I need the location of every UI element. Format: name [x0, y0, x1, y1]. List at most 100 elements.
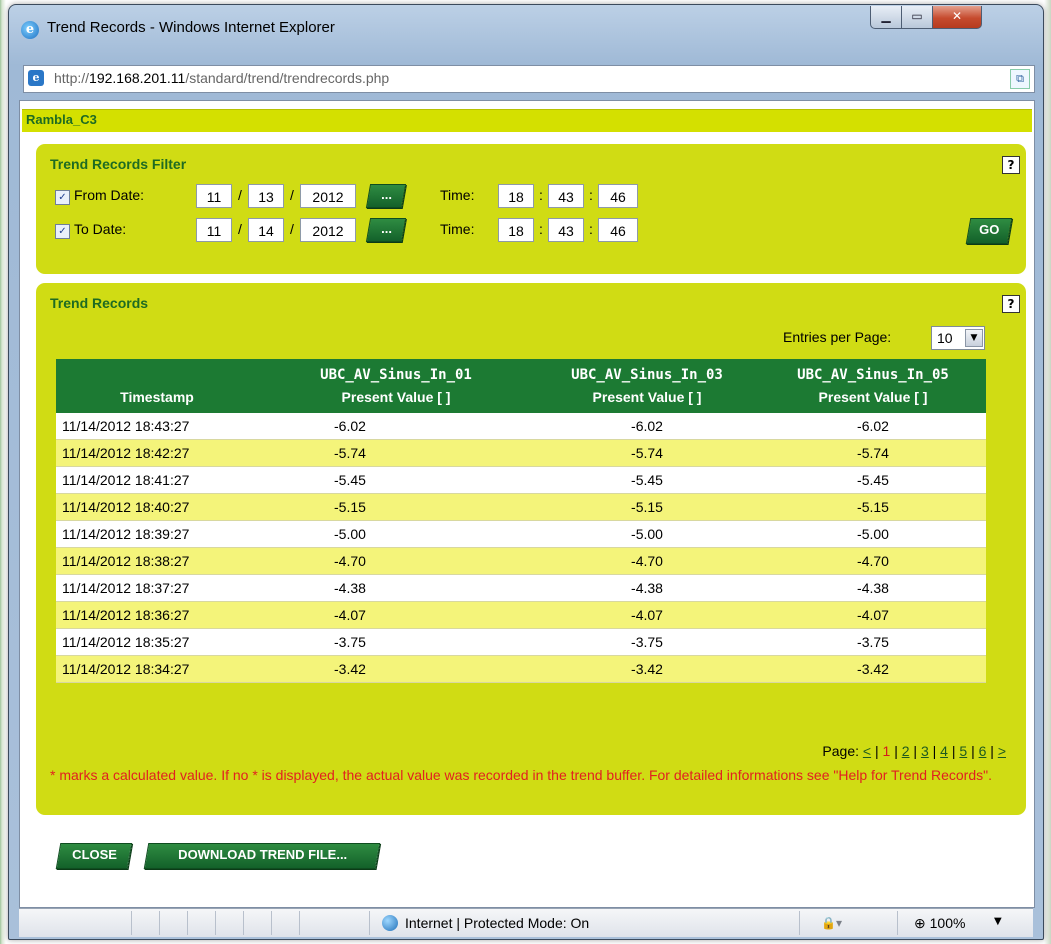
url-text[interactable]: http://192.168.201.11/standard/trend/tre… — [54, 70, 389, 86]
pager-separator: | — [894, 743, 898, 759]
compatibility-view-icon[interactable]: ⧉ — [1010, 69, 1030, 89]
to-month-input[interactable]: 11 — [196, 218, 232, 242]
column-header-line2: Present Value [ ] — [341, 389, 451, 405]
value-cell: -4.38 — [534, 574, 760, 602]
pager-prev-link[interactable]: < — [863, 743, 871, 759]
date-separator: / — [290, 221, 294, 237]
to-year-input[interactable]: 2012 — [300, 218, 356, 242]
timestamp-cell: 11/14/2012 18:35:27 — [56, 628, 258, 656]
table-row: 11/14/2012 18:35:27 -3.75 -3.75 -3.75 — [56, 628, 986, 656]
column-header-line1: UBC_AV_Sinus_In_01 — [320, 367, 472, 383]
value-cell: -3.75 — [534, 628, 760, 656]
value-cell: -5.74 — [534, 439, 760, 467]
value-cell: -5.74 — [760, 439, 986, 467]
to-date-checkbox[interactable]: ✓ — [55, 224, 70, 239]
close-window-button[interactable]: ✕ — [932, 6, 982, 29]
from-date-checkbox[interactable]: ✓ — [55, 190, 70, 205]
records-title: Trend Records — [50, 295, 149, 311]
title-bar[interactable]: e Trend Records - Windows Internet Explo… — [9, 5, 1043, 61]
from-date-row: ✓ From Date: 11 / 13 / 2012 ... Time: 18… — [50, 184, 1010, 210]
timestamp-cell: 11/14/2012 18:36:27 — [56, 601, 258, 629]
to-date-picker-button[interactable]: ... — [365, 218, 407, 242]
table-row: 11/14/2012 18:39:27 -5.00 -5.00 -5.00 — [56, 520, 986, 548]
pager-page-link[interactable]: 4 — [940, 743, 948, 759]
to-day-input[interactable]: 14 — [248, 218, 284, 242]
value-cell: -5.15 — [258, 493, 534, 521]
go-button[interactable]: GO — [965, 218, 1013, 244]
pager-separator: | — [932, 743, 937, 759]
filter-help-icon[interactable]: ? — [1002, 156, 1020, 174]
browser-window: e Trend Records - Windows Internet Explo… — [8, 4, 1044, 940]
value-cell: -4.70 — [760, 547, 986, 575]
maximize-button[interactable]: ▭ — [901, 6, 933, 29]
to-hour-input[interactable]: 18 — [498, 218, 534, 242]
records-help-icon[interactable]: ? — [1002, 295, 1020, 313]
value-cell: -5.15 — [534, 493, 760, 521]
from-day-input[interactable]: 13 — [248, 184, 284, 208]
column-header-sinus-01[interactable]: UBC_AV_Sinus_In_01 Present Value [ ] — [258, 359, 534, 413]
table-row: 11/14/2012 18:38:27 -4.70 -4.70 -4.70 — [56, 547, 986, 575]
table-row: 11/14/2012 18:42:27 -5.74 -5.74 -5.74 — [56, 439, 986, 467]
download-trend-file-button[interactable]: DOWNLOAD TREND FILE... — [143, 843, 381, 869]
from-hour-input[interactable]: 18 — [498, 184, 534, 208]
zoom-dropdown-icon[interactable]: ▼ — [994, 916, 1002, 927]
pager-next-link[interactable]: > — [998, 743, 1006, 759]
maximize-icon: ▭ — [911, 9, 923, 23]
entries-per-page-select[interactable]: 10 ▼ — [931, 326, 985, 350]
value-cell: -6.02 — [258, 413, 534, 440]
value-cell: -3.42 — [534, 655, 760, 683]
value-cell: -4.38 — [258, 574, 534, 602]
close-button[interactable]: CLOSE — [55, 843, 133, 869]
address-bar[interactable]: e http://192.168.201.11/standard/trend/t… — [23, 65, 1035, 93]
minimize-icon: ▁ — [881, 9, 891, 23]
page-content: Rambla_C3 Trend Records Filter ? ✓ From … — [19, 100, 1035, 908]
value-cell: -5.00 — [258, 520, 534, 548]
status-cell — [159, 911, 188, 935]
column-header-line1: UBC_AV_Sinus_In_05 — [797, 367, 949, 383]
value-cell: -4.07 — [534, 601, 760, 629]
column-header-sinus-05[interactable]: UBC_AV_Sinus_In_05 Present Value [ ] — [760, 359, 986, 413]
table-row: 11/14/2012 18:36:27 -4.07 -4.07 -4.07 — [56, 601, 986, 629]
pager-separator: | — [990, 743, 994, 759]
download-label: DOWNLOAD TREND FILE... — [177, 847, 347, 862]
minimize-button[interactable]: ▁ — [870, 6, 902, 29]
pager-page-link[interactable]: 2 — [902, 743, 910, 759]
from-date-picker-button[interactable]: ... — [365, 184, 407, 208]
column-header-timestamp[interactable]: Timestamp — [56, 359, 258, 413]
status-cell — [215, 911, 244, 935]
pager-page-link[interactable]: 5 — [959, 743, 967, 759]
from-second-input[interactable]: 46 — [598, 184, 638, 208]
value-cell: -4.38 — [760, 574, 986, 602]
from-minute-input[interactable]: 43 — [548, 184, 584, 208]
table-row: 11/14/2012 18:43:27 -6.02 -6.02 -6.02 — [56, 413, 986, 440]
to-second-input[interactable]: 46 — [598, 218, 638, 242]
pager-page-link[interactable]: 6 — [979, 743, 987, 759]
close-icon: ✕ — [951, 9, 963, 23]
value-cell: -4.70 — [258, 547, 534, 575]
timestamp-cell: 11/14/2012 18:42:27 — [56, 439, 258, 467]
security-zone-text[interactable]: Internet | Protected Mode: On — [405, 915, 589, 931]
column-header-sinus-03[interactable]: UBC_AV_Sinus_In_03 Present Value [ ] — [534, 359, 760, 413]
value-cell: -4.07 — [760, 601, 986, 629]
page-icon: e — [28, 70, 44, 86]
time-separator: : — [589, 187, 593, 203]
value-cell: -5.45 — [258, 466, 534, 494]
status-cell — [131, 911, 160, 935]
value-cell: -5.00 — [534, 520, 760, 548]
pagination: Page: < | 1 | 2 | 3 | 4 | 5 | 6 | > — [736, 743, 1006, 759]
go-label: GO — [979, 222, 1000, 237]
timestamp-cell: 11/14/2012 18:34:27 — [56, 655, 258, 683]
value-cell: -4.07 — [258, 601, 534, 629]
timestamp-cell: 11/14/2012 18:37:27 — [56, 574, 258, 602]
to-minute-input[interactable]: 43 — [548, 218, 584, 242]
ie-logo-icon: e — [21, 21, 39, 39]
to-date-label: To Date: — [74, 221, 127, 237]
date-separator: / — [238, 221, 242, 237]
value-cell: -5.74 — [258, 439, 534, 467]
from-month-input[interactable]: 11 — [196, 184, 232, 208]
zoom-level[interactable]: ⊕ 100% — [914, 915, 965, 932]
value-cell: -5.00 — [760, 520, 986, 548]
pager-page-link[interactable]: 3 — [921, 743, 929, 759]
from-year-input[interactable]: 2012 — [300, 184, 356, 208]
column-header-line1 — [56, 367, 258, 389]
